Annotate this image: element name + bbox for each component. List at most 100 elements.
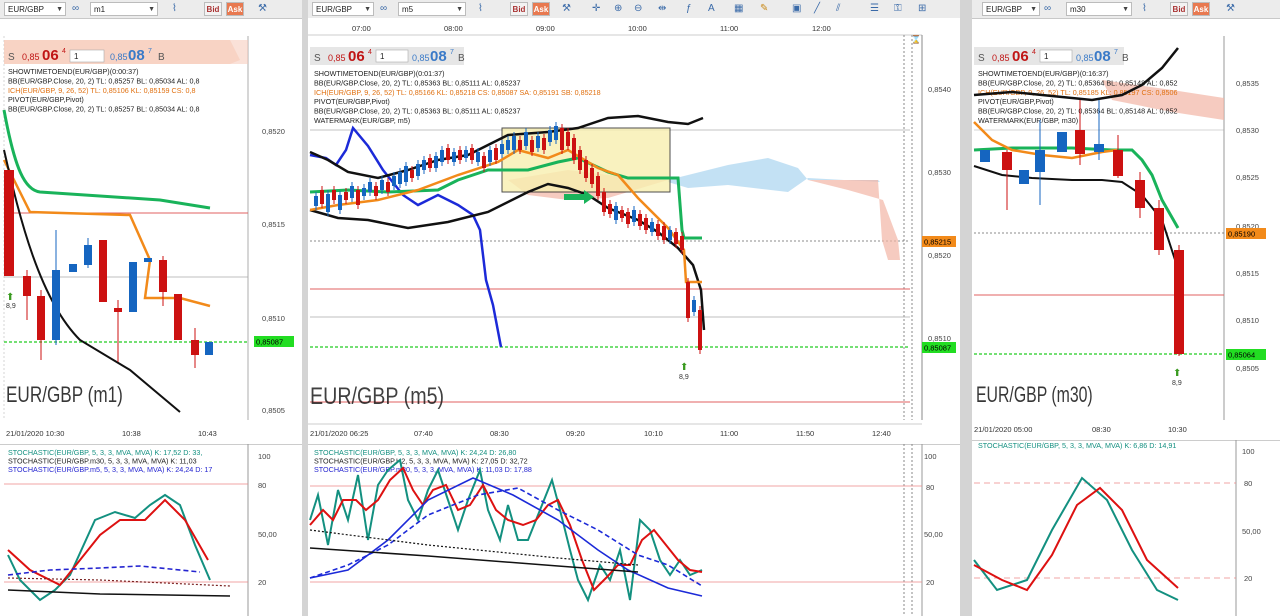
zoom-in-icon[interactable]: ⊕ [614,3,622,15]
lock-icon[interactable]: ⚿ [894,3,902,15]
timeframe-select[interactable]: m5 ▼ [398,2,466,16]
candle [446,148,450,160]
bid-button[interactable]: Bid [1170,2,1188,16]
arrow-label: 8,9 [679,374,689,381]
lot-input[interactable]: 1 [74,52,79,61]
price-chart[interactable]: S 0,85 06 4 1 0,85 08 7 B SHOWTIMETOEND(… [972,18,1280,438]
ask-button[interactable]: Ask [532,2,550,16]
chart-window-m30[interactable]: EUR/GBP ▼ ∞ m30 ▼ ⌇ Bid Ask ⚒ S 0,85 06 4 … [972,0,1280,616]
candle [332,190,336,200]
window-separator[interactable] [960,0,972,616]
layout-icon[interactable]: ☰ [870,3,879,15]
price-chart[interactable]: S 0,85 06 4 1 0,85 08 7 B SHOWTIMETOEND(… [0,18,302,438]
svg-text:20: 20 [258,578,266,587]
glasses-icon[interactable]: ∞ [380,3,387,15]
candle [530,140,534,152]
svg-text:07:00: 07:00 [352,24,371,33]
svg-text:0,8540: 0,8540 [928,85,951,94]
current-price-marker: 0,85064 [1228,351,1255,360]
candle [572,138,576,160]
svg-text:09:00: 09:00 [536,24,555,33]
ask-button[interactable]: Ask [226,2,244,16]
lot-input[interactable]: 1 [380,52,385,61]
grid-settings-icon[interactable]: ⊞ [918,3,926,15]
candle [506,140,510,150]
symbol-value: EUR/GBP [8,5,45,14]
glasses-icon[interactable]: ∞ [1044,3,1051,15]
quote-buy-big[interactable]: 08 [430,48,447,65]
candle [668,230,672,240]
svg-text:80: 80 [1244,479,1252,488]
svg-text:50,00: 50,00 [924,530,943,539]
candle [422,160,426,170]
candle [398,172,402,184]
quote-sell-big[interactable]: 06 [1012,48,1029,65]
tools-icon[interactable]: ⚒ [258,3,267,15]
quote-sell-big[interactable]: 06 [42,47,59,64]
chart-window-m1[interactable]: EUR/GBP ▼ ∞ m1 ▼ ⌇ Bid Ask ⚒ S 0,85 06 4 1… [0,0,302,616]
grid-icon[interactable]: ▦ [734,3,743,15]
ask-button[interactable]: Ask [1192,2,1210,16]
candle [344,192,348,200]
scroll-icon[interactable]: ⇹ [658,3,666,15]
chart-toolbar: EUR/GBP ▼ ∞ m5 ▼ ⌇ Bid Ask ⚒ ✛ ⊕ ⊖ ⇹ ƒ A ▦… [308,0,960,19]
indicator-label: BB(EUR/GBP.Close, 20, 2) TL: 0,85364 BL:… [978,107,1178,116]
symbol-select[interactable]: EUR/GBP ▼ [4,2,66,16]
stochastic-pane[interactable]: STOCHASTIC(EUR/GBP, 5, 3, 3, MVA, MVA) K… [0,444,302,616]
timeframe-select[interactable]: m30 ▼ [1066,2,1132,16]
chart-type-icon[interactable]: ⌇ [478,3,483,15]
up-arrow-icon: ⬆ [6,292,14,303]
candle [566,132,570,146]
pen-icon[interactable]: ✎ [760,3,768,15]
timeframe-select[interactable]: m1 ▼ [90,2,158,16]
candle [512,136,516,150]
svg-text:10:00: 10:00 [628,24,647,33]
indicator-label: BB(EUR/GBP.Close, 20, 2) TL: 0,85363 BL:… [314,78,520,87]
indicator-label: SHOWTIMETOEND(EUR/GBP)(0:01:37) [314,69,444,78]
image-icon[interactable]: ▣ [792,3,801,15]
tools-icon[interactable]: ⚒ [1226,3,1235,15]
candle [674,232,678,244]
indicator-label: ICH(EUR/GBP, 9, 26, 52) TL: 0,85106 KL: … [8,86,196,95]
quote-s: S [314,53,321,64]
tools-icon[interactable]: ⚒ [562,3,571,15]
candle [638,214,642,226]
svg-text:21/01/2020 05:00: 21/01/2020 05:00 [974,425,1032,434]
indicator-label: BB(EUR/GBP.Close, 20, 2) TL: 0,85363 BL:… [314,107,520,116]
chart-type-icon[interactable]: ⌇ [172,3,177,15]
price-chart[interactable]: 07:00 08:00 09:00 10:00 11:00 12:00 ⌛ S … [308,18,960,438]
symbol-select[interactable]: EUR/GBP ▼ [312,2,374,16]
zoom-out-icon[interactable]: ⊖ [634,3,642,15]
time-axis: 21/01/2020 05:00 08:30 10:30 [974,425,1187,434]
stochastic-pane[interactable]: STOCHASTIC(EUR/GBP, 5, 3, 3, MVA, MVA) K… [972,440,1280,616]
quote-b: B [1122,53,1129,64]
indicator-icon[interactable]: ƒ [686,3,692,15]
candle [560,128,564,150]
chevron-down-icon: ▼ [148,6,155,13]
quote-buy-big[interactable]: 08 [128,47,145,64]
stochastic-pane[interactable]: STOCHASTIC(EUR/GBP, 5, 3, 3, MVA, MVA) K… [308,444,960,616]
bid-button[interactable]: Bid [204,2,222,16]
crosshair-icon[interactable]: ✛ [592,3,600,15]
indicator-label: SHOWTIMETOEND(EUR/GBP)(0:16:37) [978,69,1108,78]
svg-text:0,8510: 0,8510 [1236,316,1259,325]
quote-sell-big[interactable]: 06 [348,48,365,65]
glasses-icon[interactable]: ∞ [72,3,79,15]
candle [536,136,540,148]
quote-b: B [158,52,165,63]
chart-type-icon[interactable]: ⌇ [1142,3,1147,15]
candle [350,186,354,198]
symbol-select[interactable]: EUR/GBP ▼ [982,2,1040,16]
chart-toolbar: EUR/GBP ▼ ∞ m30 ▼ ⌇ Bid Ask ⚒ [972,0,1280,19]
quote-buy-big[interactable]: 08 [1094,48,1111,65]
channel-icon[interactable]: ⫽ [836,3,840,15]
svg-text:21/01/2020 06:25: 21/01/2020 06:25 [310,429,368,438]
svg-text:⌛: ⌛ [911,34,921,44]
text-icon[interactable]: A [708,3,715,15]
line-tool-icon[interactable]: ╱ [814,3,820,15]
indicator-label: BB(EUR/GBP.Close, 20, 2) TL: 0,85257 BL:… [8,76,200,85]
lot-input[interactable]: 1 [1044,52,1049,61]
bid-button[interactable]: Bid [510,2,528,16]
svg-text:11:50: 11:50 [796,429,814,438]
chart-window-m5[interactable]: EUR/GBP ▼ ∞ m5 ▼ ⌇ Bid Ask ⚒ ✛ ⊕ ⊖ ⇹ ƒ A ▦… [308,0,960,616]
